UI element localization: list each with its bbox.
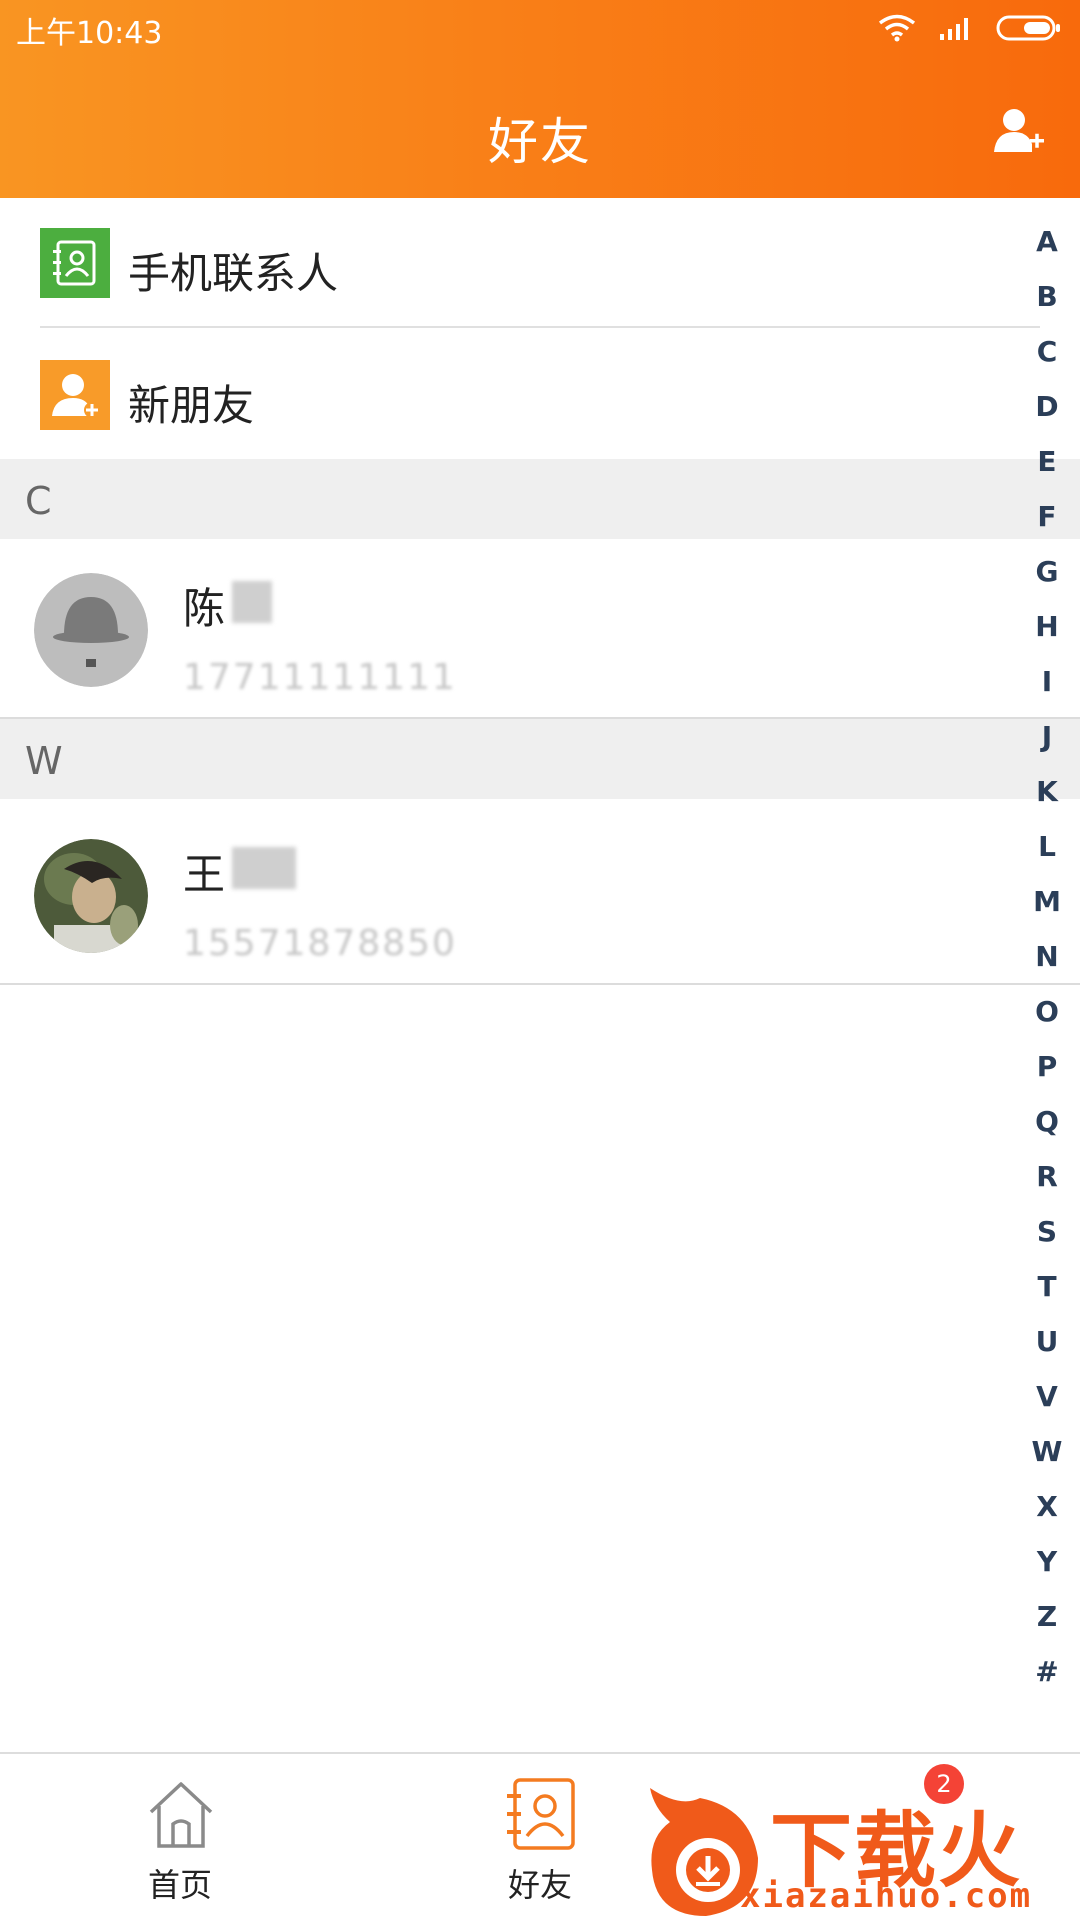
index-letter[interactable]: N	[1035, 937, 1058, 992]
battery-icon	[996, 15, 1060, 41]
new-friend-icon	[40, 360, 110, 430]
add-person-icon	[994, 109, 1044, 152]
section-header-c: C	[0, 459, 1080, 539]
index-letter[interactable]: E	[1037, 442, 1056, 497]
index-letter[interactable]: I	[1042, 662, 1052, 717]
wifi-icon	[878, 14, 916, 42]
page-title: 好友	[488, 113, 592, 171]
contact-name-redaction	[232, 847, 296, 889]
index-letter[interactable]: J	[1042, 717, 1052, 772]
index-letter[interactable]: F	[1037, 497, 1056, 552]
contact-row[interactable]: 王 15571878850	[0, 805, 1080, 983]
index-letter[interactable]: A	[1036, 222, 1058, 277]
section-letter: W	[25, 739, 63, 783]
home-icon	[145, 1778, 217, 1850]
index-letter[interactable]: D	[1035, 387, 1058, 442]
index-letter[interactable]: W	[1032, 1432, 1063, 1487]
status-icons	[878, 10, 1062, 46]
index-letter[interactable]: Q	[1035, 1102, 1059, 1157]
phone-contacts-row[interactable]: 手机联系人	[0, 198, 1040, 328]
index-letter[interactable]: C	[1037, 332, 1058, 387]
contact-phone: 15571878850	[183, 923, 457, 964]
index-letter[interactable]: G	[1036, 552, 1059, 607]
new-friends-label: 新朋友	[128, 381, 255, 430]
watermark-url: xiazaihuo.com	[740, 1876, 1033, 1916]
watermark-logo: 下载火 xiazaihuo.com	[640, 1778, 1080, 1920]
status-time: 上午10:43	[16, 16, 163, 51]
index-letter[interactable]: O	[1035, 992, 1059, 1047]
index-letter[interactable]: Y	[1037, 1542, 1057, 1597]
signal-icon	[940, 18, 968, 40]
contact-row[interactable]: 陈 17711111111	[0, 539, 1080, 717]
tab-home-label: 首页	[147, 1866, 212, 1904]
contact-name: 陈	[183, 584, 226, 633]
section-letter: C	[25, 479, 52, 523]
index-letter[interactable]: M	[1033, 882, 1061, 937]
app-header: 上午10:43 好友	[0, 0, 1080, 198]
section-header-w: W	[0, 719, 1080, 799]
index-letter[interactable]: B	[1036, 277, 1057, 332]
index-letter[interactable]: #	[1035, 1652, 1058, 1707]
alphabet-index[interactable]: A B C D E F G H I J K L M N O P Q R S T U V W X Y Z #	[1026, 222, 1068, 1707]
divider	[40, 326, 1040, 328]
index-letter[interactable]: Z	[1037, 1597, 1057, 1652]
index-letter[interactable]: V	[1036, 1377, 1058, 1432]
index-letter[interactable]: R	[1036, 1157, 1058, 1212]
bowler-hat-avatar-icon	[34, 573, 148, 687]
avatar	[34, 573, 148, 687]
index-letter[interactable]: S	[1037, 1212, 1057, 1267]
photo-avatar-icon	[34, 839, 148, 953]
tab-friends-label: 好友	[507, 1866, 572, 1904]
friends-contact-icon	[505, 1778, 577, 1850]
avatar	[34, 839, 148, 953]
index-letter[interactable]: X	[1036, 1487, 1058, 1542]
contact-name: 王	[183, 850, 226, 899]
new-friends-row[interactable]: 新朋友	[0, 330, 1040, 460]
index-letter[interactable]: U	[1036, 1322, 1059, 1377]
index-letter[interactable]: H	[1035, 607, 1058, 662]
divider	[0, 983, 1080, 985]
index-letter[interactable]: P	[1037, 1047, 1058, 1102]
add-friend-button[interactable]	[994, 106, 1046, 156]
phone-contacts-label: 手机联系人	[128, 249, 339, 298]
index-letter[interactable]: T	[1037, 1267, 1056, 1322]
contact-name-redaction	[232, 581, 272, 623]
contact-phone: 17711111111	[183, 657, 457, 698]
tab-home[interactable]: 首页	[80, 1754, 280, 1922]
tab-friends[interactable]: 好友	[440, 1754, 640, 1922]
index-letter[interactable]: L	[1038, 827, 1056, 882]
index-letter[interactable]: K	[1036, 772, 1058, 827]
contacts-book-icon	[40, 228, 110, 298]
